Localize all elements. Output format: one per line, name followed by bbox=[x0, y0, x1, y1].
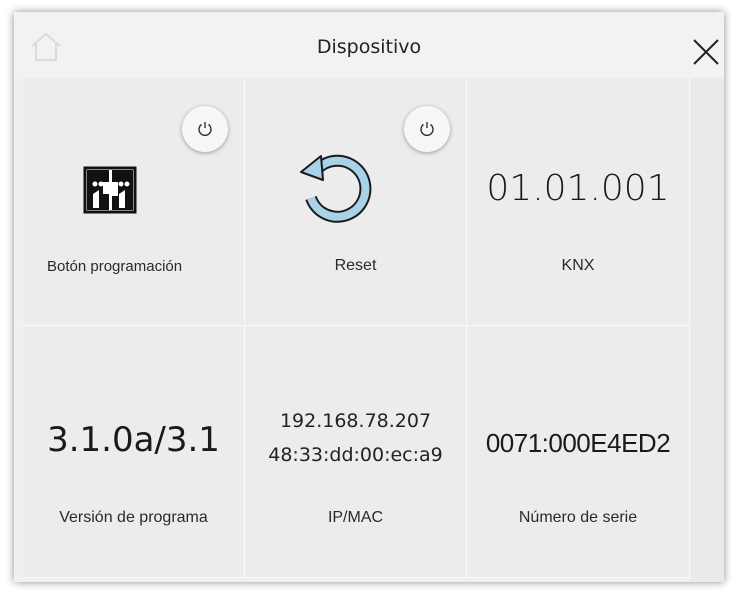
power-icon bbox=[420, 122, 434, 136]
ip-mac-label: IP/MAC bbox=[327, 509, 384, 526]
mac-address: 48:33:dd:00:ec:a9 bbox=[268, 444, 443, 466]
device-info-grid: Botón programación Reset 01.01.001 KNX 3… bbox=[23, 78, 690, 578]
ip-mac-tile: 192.168.78.207 48:33:dd:00:ec:a9 IP/MAC bbox=[245, 326, 467, 578]
program-version-tile: 3.1.0a/3.1 Versión de programa bbox=[23, 326, 245, 578]
program-version-label: Versión de programa bbox=[59, 509, 208, 526]
dialog-header: Dispositivo bbox=[14, 12, 724, 78]
reset-icon bbox=[300, 154, 372, 223]
serial-number-label: Número de serie bbox=[518, 509, 638, 526]
serial-number-tile: 0071:000E4ED2 Número de serie bbox=[467, 326, 690, 578]
knx-label: KNX bbox=[561, 257, 595, 274]
ip-mac-values: 192.168.78.207 48:33:dd:00:ec:a9 bbox=[245, 404, 466, 472]
ip-address: 192.168.78.207 bbox=[279, 410, 432, 432]
reset-tile[interactable]: Reset bbox=[245, 78, 467, 326]
knx-address-tile: 01.01.001 KNX bbox=[467, 78, 690, 326]
program-version-value: 3.1.0a/3.1 bbox=[47, 420, 220, 460]
power-icon bbox=[198, 122, 212, 136]
programming-button-icon bbox=[83, 166, 137, 214]
dialog-title: Dispositivo bbox=[316, 36, 422, 58]
reset-label: Reset bbox=[334, 257, 377, 274]
device-dialog: Dispositivo Botón programación Reset 01.… bbox=[14, 12, 724, 582]
programming-button-tile[interactable]: Botón programación bbox=[23, 78, 245, 326]
serial-number-value: 0071:000E4ED2 bbox=[485, 428, 671, 458]
power-button[interactable] bbox=[182, 106, 228, 152]
programming-button-label: Botón programación bbox=[47, 258, 183, 275]
close-icon[interactable] bbox=[688, 34, 724, 70]
knx-address-value: 01.01.001 bbox=[486, 168, 670, 209]
scrollbar-track bbox=[690, 78, 724, 582]
reset-power-button[interactable] bbox=[404, 106, 450, 152]
